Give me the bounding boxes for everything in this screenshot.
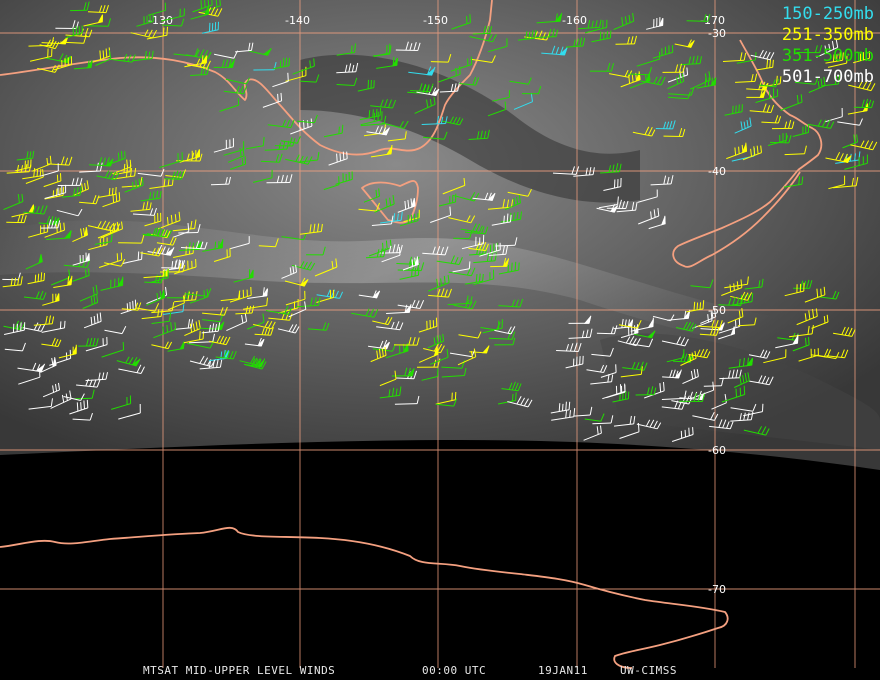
legend-item-251-350mb: 251-350mb <box>781 25 874 45</box>
lat-label-50: -50 <box>708 304 726 317</box>
data-source: UW-CIMSS <box>620 664 677 677</box>
valid-time: 00:00 UTC <box>422 664 487 677</box>
legend-item-351-500mb: 351-500mb <box>781 46 874 66</box>
lon-label-150: -150 <box>423 14 448 27</box>
lon-label-160: -160 <box>562 14 587 27</box>
image-caption: MTSAT MID-UPPER LEVEL WINDS 00:00 UTC 19… <box>0 664 880 678</box>
satellite-wind-map: -130 -140 -150 -160 -170 -30 -40 -50 -60… <box>0 0 880 680</box>
product-name: MTSAT MID-UPPER LEVEL WINDS <box>143 664 336 677</box>
legend-item-501-700mb: 501-700mb <box>781 67 874 87</box>
lat-label-30: -30 <box>708 27 726 40</box>
pressure-legend: 150-250mb 251-350mb 351-500mb 501-700mb <box>782 4 874 88</box>
legend-item-150-250mb: 150-250mb <box>781 4 874 24</box>
image-date: 19JAN11 <box>538 664 588 677</box>
lat-label-60: -60 <box>708 444 726 457</box>
lon-label-140: -140 <box>285 14 310 27</box>
lat-label-40: -40 <box>708 165 726 178</box>
lat-label-70: -70 <box>708 583 726 596</box>
